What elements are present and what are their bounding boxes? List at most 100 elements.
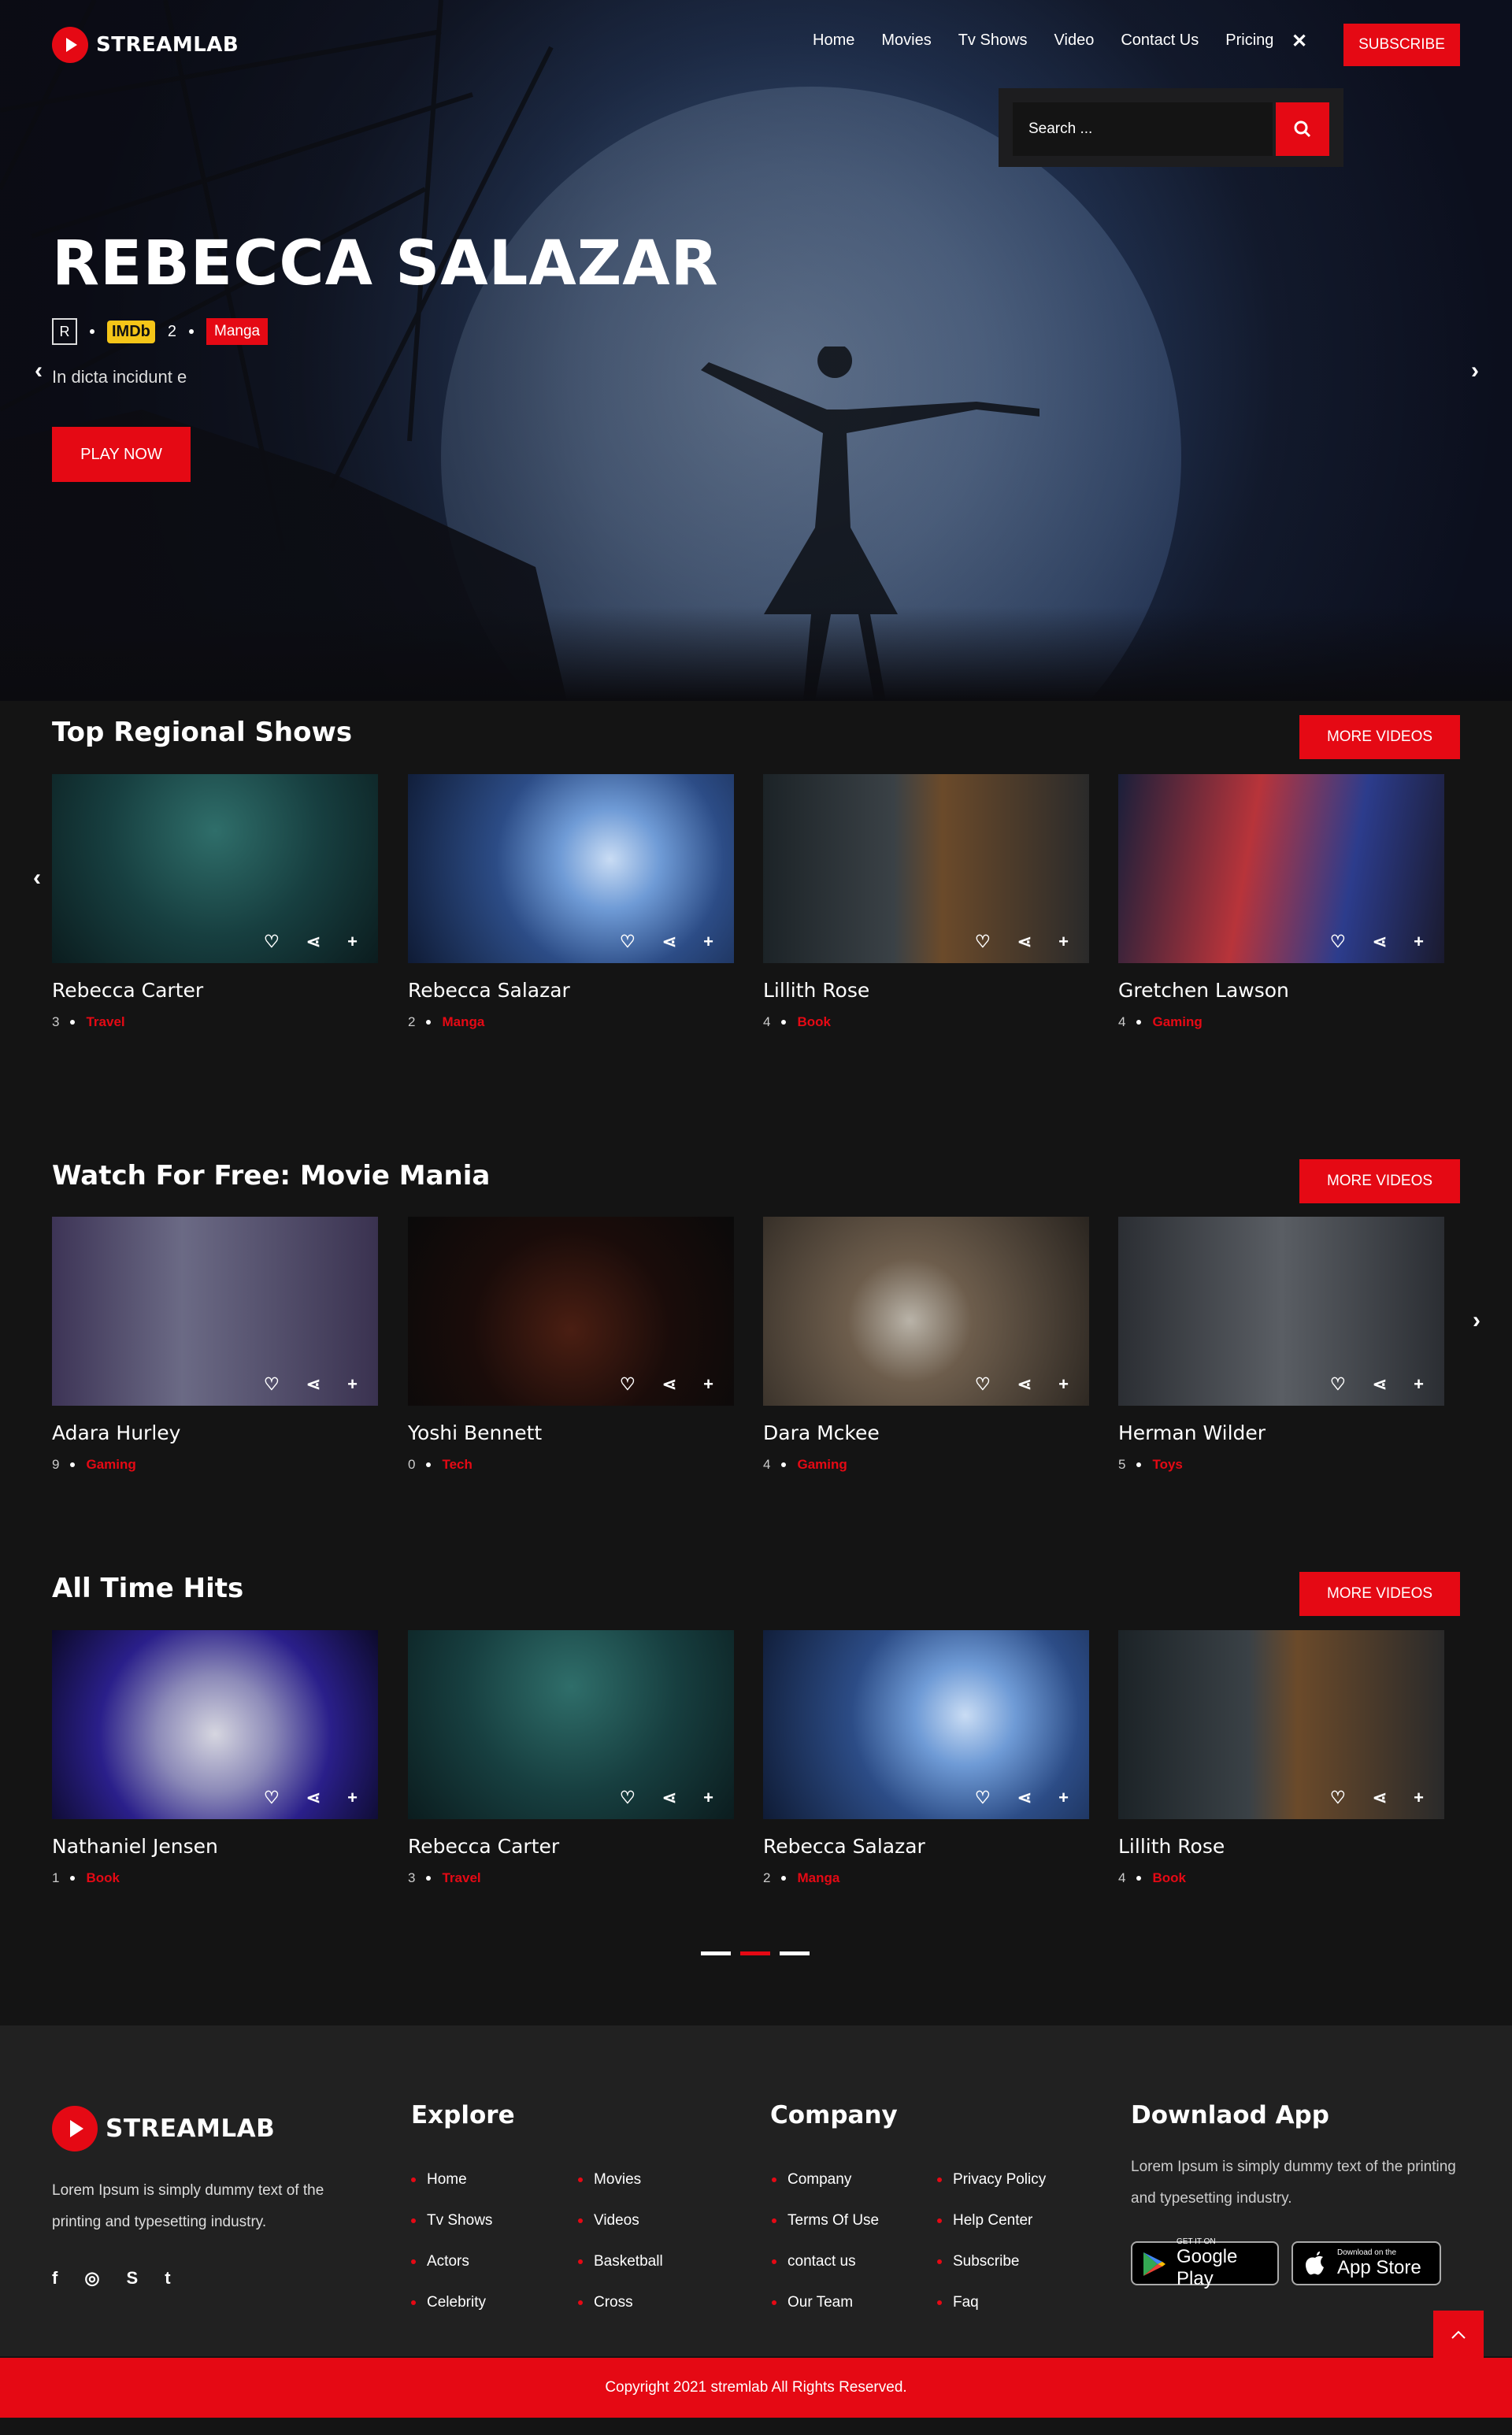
video-title[interactable]: Gretchen Lawson <box>1118 979 1444 1002</box>
video-thumbnail[interactable]: ♡ ⋖ + <box>763 774 1089 963</box>
video-card[interactable]: ♡ ⋖ + Yoshi Bennett 0 Tech <box>408 1217 734 1473</box>
heart-icon[interactable]: ♡ <box>975 1788 991 1808</box>
share-icon[interactable]: ⋖ <box>662 932 676 952</box>
video-genre[interactable]: Book <box>1152 1870 1186 1886</box>
more-videos-button[interactable]: MORE VIDEOS <box>1299 1572 1460 1616</box>
facebook-icon[interactable]: f <box>52 2268 57 2289</box>
search-input[interactable]: Search ... <box>1013 102 1273 156</box>
footer-link[interactable]: Celebrity <box>411 2282 492 2323</box>
share-icon[interactable]: ⋖ <box>306 1788 321 1808</box>
heart-icon[interactable]: ♡ <box>975 932 991 952</box>
video-card[interactable]: ♡ ⋖ + Lillith Rose 4 Book <box>763 774 1089 1030</box>
video-title[interactable]: Rebecca Salazar <box>763 1835 1089 1858</box>
video-thumbnail[interactable]: ♡ ⋖ + <box>408 774 734 963</box>
video-title[interactable]: Yoshi Bennett <box>408 1421 734 1444</box>
share-icon[interactable]: ⋖ <box>662 1788 676 1808</box>
footer-link[interactable]: Basketball <box>578 2241 663 2282</box>
carousel-prev-arrow-icon[interactable]: ‹ <box>25 866 49 890</box>
video-genre[interactable]: Book <box>86 1870 120 1886</box>
add-icon[interactable]: + <box>347 1788 358 1808</box>
video-title[interactable]: Rebecca Carter <box>52 979 378 1002</box>
footer-link[interactable]: Subscribe <box>937 2241 1046 2282</box>
video-genre[interactable]: Gaming <box>1152 1014 1202 1030</box>
footer-link[interactable]: Privacy Policy <box>937 2159 1046 2200</box>
close-search-icon[interactable]: ✕ <box>1292 30 1307 53</box>
heart-icon[interactable]: ♡ <box>264 1788 280 1808</box>
video-title[interactable]: Herman Wilder <box>1118 1421 1444 1444</box>
skype-icon[interactable]: S <box>127 2268 139 2289</box>
play-now-button[interactable]: PLAY NOW <box>52 427 191 482</box>
video-thumbnail[interactable]: ♡ ⋖ + <box>52 774 378 963</box>
video-card[interactable]: ♡ ⋖ + Herman Wilder 5 Toys <box>1118 1217 1444 1473</box>
add-icon[interactable]: + <box>1414 932 1424 952</box>
video-thumbnail[interactable]: ♡ ⋖ + <box>52 1217 378 1406</box>
video-thumbnail[interactable]: ♡ ⋖ + <box>1118 1217 1444 1406</box>
footer-logo[interactable]: STREAMLAB <box>52 2106 275 2151</box>
footer-link[interactable]: Movies <box>578 2159 663 2200</box>
nav-contact-us[interactable]: Contact Us <box>1121 32 1199 50</box>
add-icon[interactable]: + <box>1058 932 1069 952</box>
nav-pricing[interactable]: Pricing <box>1225 32 1273 50</box>
hero-prev-arrow-icon[interactable]: ‹ <box>27 359 50 383</box>
share-icon[interactable]: ⋖ <box>1373 932 1387 952</box>
video-card[interactable]: ♡ ⋖ + Rebecca Salazar 2 Manga <box>408 774 734 1030</box>
add-icon[interactable]: + <box>1414 1374 1424 1395</box>
video-genre[interactable]: Manga <box>442 1014 484 1030</box>
share-icon[interactable]: ⋖ <box>1017 932 1032 952</box>
add-icon[interactable]: + <box>703 1374 713 1395</box>
video-thumbnail[interactable]: ♡ ⋖ + <box>763 1217 1089 1406</box>
video-card[interactable]: ♡ ⋖ + Rebecca Carter 3 Travel <box>408 1630 734 1886</box>
carousel-next-arrow-icon[interactable]: › <box>1465 1309 1488 1332</box>
video-thumbnail[interactable]: ♡ ⋖ + <box>52 1630 378 1819</box>
heart-icon[interactable]: ♡ <box>975 1374 991 1395</box>
video-card[interactable]: ♡ ⋖ + Adara Hurley 9 Gaming <box>52 1217 378 1473</box>
add-icon[interactable]: + <box>347 932 358 952</box>
more-videos-button[interactable]: MORE VIDEOS <box>1299 1159 1460 1203</box>
footer-link[interactable]: contact us <box>772 2241 879 2282</box>
app-store-button[interactable]: Download on the App Store <box>1292 2241 1441 2285</box>
nav-tv-shows[interactable]: Tv Shows <box>958 32 1028 50</box>
video-genre[interactable]: Gaming <box>86 1457 135 1473</box>
video-title[interactable]: Rebecca Salazar <box>408 979 734 1002</box>
video-thumbnail[interactable]: ♡ ⋖ + <box>408 1630 734 1819</box>
add-icon[interactable]: + <box>1058 1374 1069 1395</box>
hero-next-arrow-icon[interactable]: › <box>1463 359 1487 383</box>
footer-link[interactable]: Help Center <box>937 2200 1046 2241</box>
subscribe-button[interactable]: SUBSCRIBE <box>1343 24 1460 66</box>
more-videos-button[interactable]: MORE VIDEOS <box>1299 715 1460 759</box>
instagram-icon[interactable]: ◎ <box>84 2268 99 2289</box>
brand-logo[interactable]: STREAMLAB <box>52 27 239 63</box>
video-genre[interactable]: Travel <box>442 1870 480 1886</box>
video-title[interactable]: Adara Hurley <box>52 1421 378 1444</box>
pagination-dot[interactable] <box>701 1951 731 1955</box>
video-card[interactable]: ♡ ⋖ + Gretchen Lawson 4 Gaming <box>1118 774 1444 1030</box>
google-play-button[interactable]: GET IT ON Google Play <box>1131 2237 1279 2289</box>
video-genre[interactable]: Travel <box>86 1014 124 1030</box>
back-to-top-button[interactable] <box>1433 2311 1484 2359</box>
hero-genre-badge[interactable]: Manga <box>206 318 269 345</box>
footer-link[interactable]: Terms Of Use <box>772 2200 879 2241</box>
nav-video[interactable]: Video <box>1054 32 1095 50</box>
video-genre[interactable]: Book <box>797 1014 831 1030</box>
heart-icon[interactable]: ♡ <box>620 1374 636 1395</box>
footer-link[interactable]: Faq <box>937 2282 1046 2323</box>
footer-link[interactable]: Actors <box>411 2241 492 2282</box>
video-card[interactable]: ♡ ⋖ + Dara Mckee 4 Gaming <box>763 1217 1089 1473</box>
heart-icon[interactable]: ♡ <box>620 1788 636 1808</box>
add-icon[interactable]: + <box>703 1788 713 1808</box>
video-genre[interactable]: Manga <box>797 1870 839 1886</box>
heart-icon[interactable]: ♡ <box>1330 1374 1346 1395</box>
heart-icon[interactable]: ♡ <box>264 932 280 952</box>
video-card[interactable]: ♡ ⋖ + Rebecca Carter 3 Travel <box>52 774 378 1030</box>
add-icon[interactable]: + <box>1058 1788 1069 1808</box>
video-title[interactable]: Lillith Rose <box>763 979 1089 1002</box>
video-thumbnail[interactable]: ♡ ⋖ + <box>1118 1630 1444 1819</box>
add-icon[interactable]: + <box>1414 1788 1424 1808</box>
share-icon[interactable]: ⋖ <box>1373 1374 1387 1395</box>
footer-link[interactable]: Tv Shows <box>411 2200 492 2241</box>
share-icon[interactable]: ⋖ <box>1017 1374 1032 1395</box>
video-card[interactable]: ♡ ⋖ + Nathaniel Jensen 1 Book <box>52 1630 378 1886</box>
footer-link[interactable]: Cross <box>578 2282 663 2323</box>
video-title[interactable]: Dara Mckee <box>763 1421 1089 1444</box>
share-icon[interactable]: ⋖ <box>306 932 321 952</box>
